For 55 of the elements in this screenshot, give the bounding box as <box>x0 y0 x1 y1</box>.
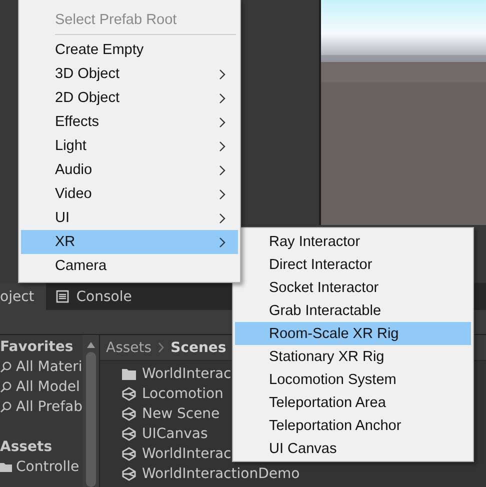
search-icon <box>0 361 12 373</box>
file-item[interactable]: Locomotion <box>122 384 224 404</box>
tree-item[interactable]: All Model <box>0 377 83 397</box>
chevron-right-icon <box>219 212 226 224</box>
chevron-right-icon <box>219 188 226 200</box>
cube-icon <box>122 427 136 441</box>
search-icon <box>0 381 12 393</box>
file-item[interactable]: WorldInterac <box>122 364 232 384</box>
folder-icon <box>0 461 12 473</box>
menu-item[interactable]: Effects <box>21 110 238 134</box>
chevron-right-icon <box>219 140 226 152</box>
menu-item[interactable]: Create Empty <box>21 38 238 62</box>
scrollbar[interactable] <box>83 335 99 487</box>
menu-item[interactable]: UI Canvas <box>235 437 471 460</box>
chevron-right-icon <box>219 68 226 80</box>
chevron-right-icon <box>158 342 165 353</box>
menu-item[interactable]: Video <box>21 182 238 206</box>
chevron-right-icon <box>219 116 226 128</box>
menu-item[interactable]: Teleportation Anchor <box>235 414 471 437</box>
cube-icon <box>122 387 136 401</box>
file-item[interactable]: New Scene <box>122 404 220 424</box>
tree-item[interactable]: Controlle <box>0 457 83 477</box>
file-item[interactable]: UICanvas <box>122 424 208 444</box>
file-item[interactable]: WorldInterac <box>122 444 232 464</box>
menu-item[interactable]: Socket Interactor <box>235 276 471 299</box>
menu-item[interactable]: UI <box>21 206 238 230</box>
chevron-right-icon <box>219 164 226 176</box>
tree-item[interactable]: All Prefab <box>0 397 83 417</box>
menu-item[interactable]: Audio <box>21 158 238 182</box>
menu-item[interactable]: Locomotion System <box>235 368 471 391</box>
menu-item[interactable]: Light <box>21 134 238 158</box>
menu-item[interactable]: Room-Scale XR Rig <box>235 322 471 345</box>
list-icon <box>56 290 70 303</box>
menu-item[interactable]: 2D Object <box>21 86 238 110</box>
breadcrumb-link[interactable]: Scenes <box>170 340 226 356</box>
cube-icon <box>122 467 136 481</box>
cube-icon <box>122 447 136 461</box>
panel-tab[interactable]: oject <box>0 283 46 310</box>
menu-item[interactable]: Teleportation Area <box>235 391 471 414</box>
menu-item[interactable]: Grab Interactable <box>235 299 471 322</box>
cube-icon <box>122 407 136 421</box>
menu-item[interactable]: XR <box>21 230 238 254</box>
file-item[interactable]: WorldInteractionDemo <box>122 464 300 484</box>
chevron-right-icon <box>219 92 226 104</box>
menu-item[interactable]: Stationary XR Rig <box>235 345 471 368</box>
section-heading: Assets <box>0 438 54 457</box>
menu-item[interactable]: Camera <box>21 254 238 278</box>
breadcrumb-link[interactable]: Assets <box>106 340 152 356</box>
scroll-thumb[interactable] <box>86 352 96 487</box>
chevron-right-icon <box>219 236 226 248</box>
search-icon <box>0 401 12 413</box>
menu-item[interactable]: 3D Object <box>21 62 238 86</box>
section-heading: Favorites <box>0 338 74 357</box>
folder-icon <box>122 368 136 380</box>
tree-item[interactable]: All Materi <box>0 357 83 377</box>
